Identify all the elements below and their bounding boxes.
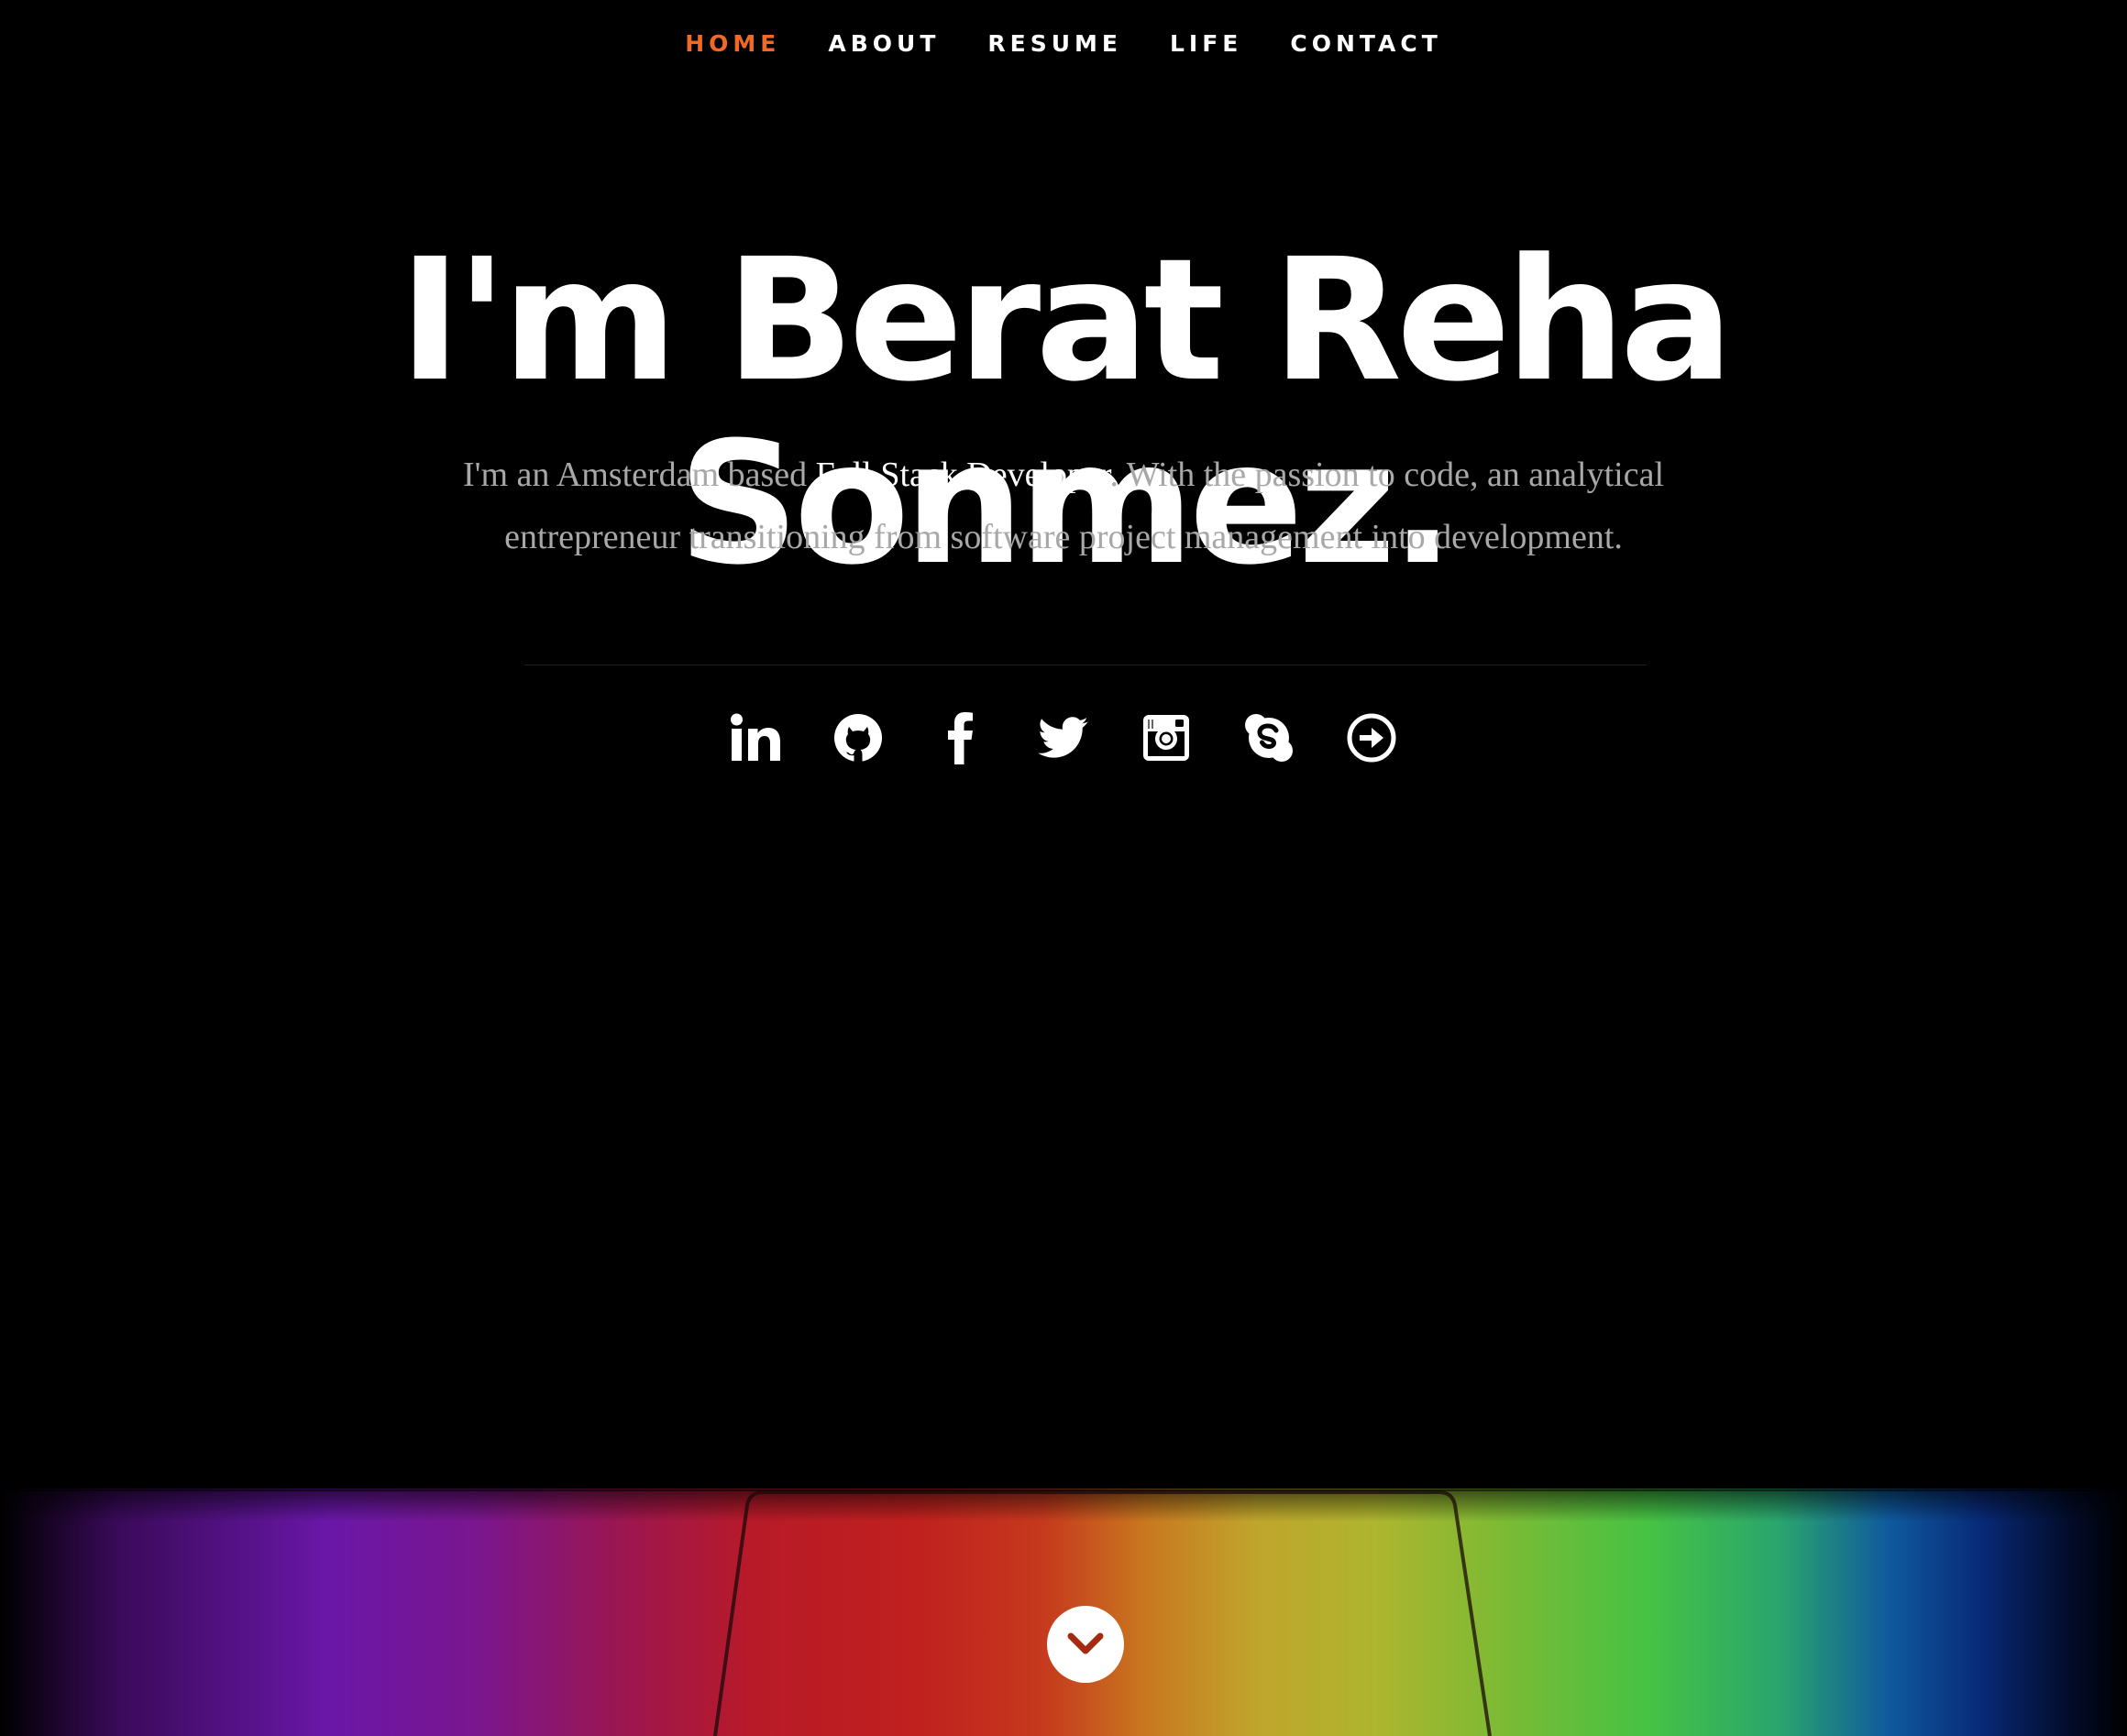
nav-item-resume[interactable]: RESUME bbox=[987, 27, 1122, 60]
social-links bbox=[0, 710, 2127, 765]
linkedin-link[interactable] bbox=[726, 710, 785, 765]
more-link[interactable] bbox=[1342, 710, 1401, 765]
main-nav: HOME ABOUT RESUME LIFE CONTACT bbox=[0, 27, 2127, 60]
scroll-down-button[interactable] bbox=[1047, 1606, 1124, 1683]
github-link[interactable] bbox=[829, 710, 887, 765]
skype-icon bbox=[1245, 714, 1293, 762]
nav-item-life[interactable]: LIFE bbox=[1170, 27, 1242, 60]
chevron-down-icon bbox=[1067, 1632, 1104, 1654]
nav-item-home[interactable]: HOME bbox=[685, 27, 780, 60]
instagram-link[interactable] bbox=[1137, 710, 1196, 765]
arrow-right-circle-icon bbox=[1347, 713, 1396, 763]
intro-text-start: I'm an Amsterdam based bbox=[462, 456, 816, 494]
github-icon bbox=[834, 714, 882, 763]
nav-item-about[interactable]: ABOUT bbox=[828, 27, 940, 60]
hero-section: HOME ABOUT RESUME LIFE CONTACT I'm Berat… bbox=[0, 0, 2127, 1736]
instagram-icon bbox=[1143, 715, 1189, 761]
intro-text: I'm an Amsterdam based Full Stack Develo… bbox=[413, 444, 1714, 568]
twitter-icon bbox=[1038, 717, 1088, 758]
intro-highlight: Full Stack Developer bbox=[815, 456, 1110, 494]
facebook-icon bbox=[948, 712, 973, 764]
facebook-link[interactable] bbox=[931, 710, 990, 765]
linkedin-icon bbox=[731, 713, 780, 761]
skype-link[interactable] bbox=[1240, 710, 1298, 765]
nav-item-contact[interactable]: CONTACT bbox=[1290, 27, 1441, 60]
twitter-link[interactable] bbox=[1034, 710, 1093, 765]
